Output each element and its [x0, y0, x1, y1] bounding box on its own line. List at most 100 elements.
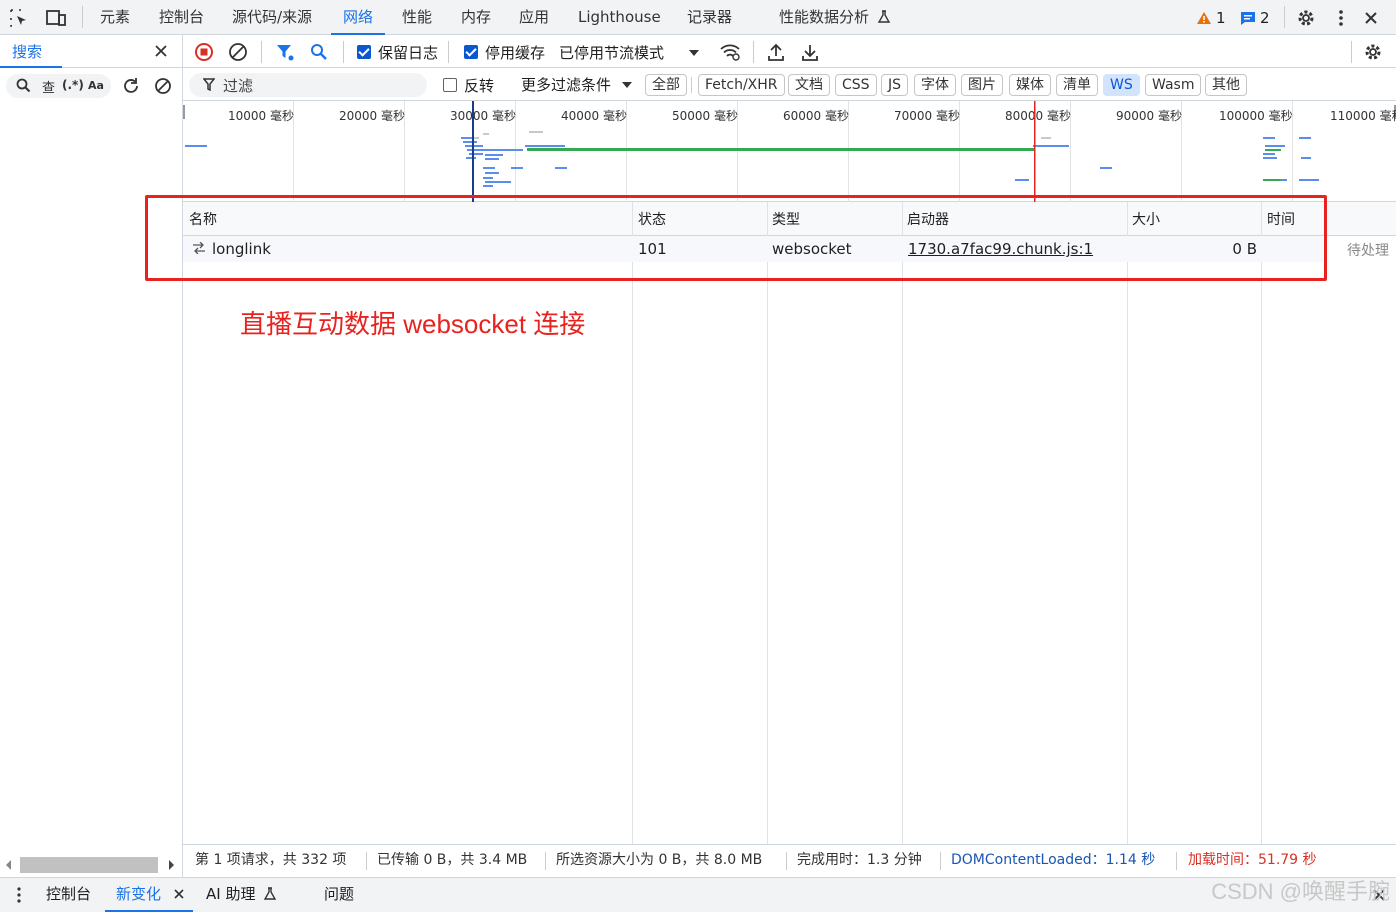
tab-network[interactable]: 网络	[330, 0, 386, 35]
tab-memory[interactable]: 内存	[461, 0, 491, 35]
filter-chip-font[interactable]: 字体	[914, 74, 956, 96]
annotation-text: 直播互动数据 websocket 连接	[240, 309, 586, 339]
filter-chip-ws[interactable]: WS	[1103, 74, 1140, 96]
filter-funnel-icon[interactable]	[274, 41, 296, 63]
filter-chip-all[interactable]: 全部	[645, 74, 687, 96]
filter-input[interactable]: 过滤	[189, 73, 427, 97]
drawer-menu-icon[interactable]	[14, 886, 24, 904]
column-divider	[632, 202, 633, 844]
column-divider	[1127, 202, 1128, 844]
inspect-element-icon[interactable]	[8, 7, 30, 29]
search-panel: 搜索 查 (.*) Aa	[0, 35, 183, 877]
tab-performance[interactable]: 性能	[402, 0, 432, 35]
tab-application[interactable]: 应用	[519, 0, 549, 35]
messages-counter[interactable]: 2	[1240, 9, 1270, 27]
status-resources: 所选资源大小为 0 B，共 8.0 MB	[556, 852, 763, 868]
filter-chip-doc[interactable]: 文档	[788, 74, 830, 96]
settings-gear-icon[interactable]	[1295, 7, 1317, 29]
websocket-long-connection-bar	[527, 148, 1035, 151]
flask-icon	[263, 887, 277, 901]
more-filters-label: 更多过滤条件	[521, 76, 612, 94]
divider	[545, 852, 546, 870]
close-search-icon[interactable]	[152, 42, 170, 60]
message-icon	[1240, 11, 1256, 26]
divider	[343, 41, 344, 63]
filter-chip-css[interactable]: CSS	[835, 74, 877, 96]
tab-performance-insights-label: 性能数据分析	[779, 8, 870, 26]
filter-chip-js[interactable]: JS	[881, 74, 909, 96]
scrollbar-thumb[interactable]	[20, 857, 158, 873]
import-har-upload-icon[interactable]	[765, 41, 787, 63]
close-tab-icon[interactable]	[174, 889, 184, 899]
filter-icon	[203, 78, 215, 91]
network-settings-gear-icon[interactable]	[1362, 41, 1384, 63]
clear-search-icon[interactable]	[152, 75, 174, 97]
request-time-pending: 待处理	[1347, 243, 1389, 259]
disable-cache-check-icon[interactable]	[464, 45, 478, 59]
network-filter-bar: 过滤 反转 更多过滤条件 全部 Fetch/XHR 文档 CSS JS 字体 图…	[183, 68, 1396, 101]
scroll-left-icon[interactable]	[6, 860, 12, 870]
filter-chip-other[interactable]: 其他	[1205, 74, 1247, 96]
clear-log-icon[interactable]	[227, 41, 249, 63]
filter-chip-manifest[interactable]: 清单	[1056, 74, 1098, 96]
preserve-log-label: 保留日志	[378, 44, 439, 62]
horizontal-scrollbar[interactable]	[0, 853, 182, 877]
dom-content-loaded-marker	[472, 101, 474, 202]
active-tab-indicator	[0, 66, 62, 68]
match-case-toggle[interactable]: Aa	[88, 79, 104, 92]
tab-elements[interactable]: 元素	[100, 0, 130, 35]
scroll-right-icon[interactable]	[168, 860, 174, 870]
divider	[448, 41, 449, 63]
search-icon	[16, 78, 31, 93]
filter-chip-media[interactable]: 媒体	[1009, 74, 1051, 96]
network-overview-timeline[interactable]: 10000 毫秒 20000 毫秒 30000 毫秒 40000 毫秒 5000…	[183, 101, 1396, 202]
tab-sources[interactable]: 源代码/来源	[232, 0, 312, 35]
more-options-icon[interactable]	[1330, 7, 1352, 29]
more-filters-dropdown[interactable]: 更多过滤条件	[521, 74, 632, 95]
record-stop-icon[interactable]	[193, 41, 215, 63]
divider	[940, 852, 941, 870]
device-toolbar-icon[interactable]	[44, 7, 68, 29]
search-network-icon[interactable]	[308, 41, 330, 63]
throttling-select[interactable]: 已停用节流模式	[559, 42, 699, 63]
filter-chip-wasm[interactable]: Wasm	[1145, 74, 1202, 96]
divider	[1284, 6, 1285, 28]
column-divider	[767, 202, 768, 844]
dropdown-arrow-icon	[621, 82, 632, 88]
network-conditions-wifi-icon[interactable]	[718, 41, 742, 63]
regex-toggle[interactable]: (.*)	[62, 78, 84, 92]
export-har-download-icon[interactable]	[799, 41, 821, 63]
filter-chip-img[interactable]: 图片	[961, 74, 1003, 96]
column-divider	[1261, 202, 1262, 844]
drawer-tab-ai-assistant-label: AI 助理	[206, 885, 256, 903]
invert-check-icon[interactable]	[443, 78, 457, 92]
close-devtools-icon[interactable]	[1360, 7, 1382, 29]
tab-lighthouse[interactable]: Lighthouse	[578, 0, 661, 35]
flask-icon	[877, 10, 891, 24]
divider	[1351, 41, 1352, 63]
filter-chip-fetch-xhr[interactable]: Fetch/XHR	[698, 74, 785, 96]
search-panel-title[interactable]: 搜索	[12, 41, 42, 62]
drawer-tab-whats-new-label: 新变化	[116, 885, 162, 903]
drawer-tab-ai-assistant[interactable]: AI 助理	[206, 878, 277, 910]
tab-console[interactable]: 控制台	[159, 0, 204, 35]
search-panel-header: 搜索	[0, 35, 182, 68]
tab-recorder[interactable]: 记录器	[687, 0, 732, 35]
refresh-icon[interactable]	[120, 75, 142, 97]
status-transferred: 已传输 0 B，共 3.4 MB	[377, 852, 528, 868]
search-input[interactable]: 查 (.*) Aa	[6, 74, 111, 98]
drawer-tab-console[interactable]: 控制台	[46, 878, 91, 910]
filter-placeholder: 过滤	[223, 77, 254, 95]
drawer-tab-whats-new[interactable]: 新变化	[105, 878, 193, 912]
drawer-tab-issues[interactable]: 问题	[324, 878, 354, 910]
warnings-counter[interactable]: 1	[1196, 9, 1226, 27]
tab-performance-insights[interactable]: 性能数据分析	[779, 0, 891, 35]
status-dom-content-loaded: DOMContentLoaded：1.14 秒	[951, 852, 1156, 868]
network-status-bar: 第 1 项请求，共 332 项 已传输 0 B，共 3.4 MB 所选资源大小为…	[183, 844, 1396, 877]
divider	[786, 852, 787, 870]
preserve-log-check-icon[interactable]	[357, 45, 371, 59]
timeline-activity-bars	[185, 101, 1319, 202]
divider	[82, 6, 83, 28]
divider	[1176, 852, 1177, 870]
divider	[261, 41, 262, 63]
